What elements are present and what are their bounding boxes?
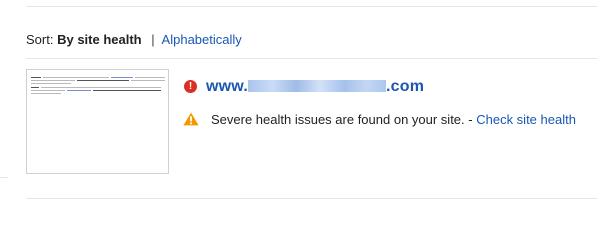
thumbnail-line xyxy=(43,77,109,78)
thumbnail-line xyxy=(31,93,61,94)
thumbnail-line xyxy=(31,77,41,78)
thumbnail-line xyxy=(41,87,161,88)
sort-separator: | xyxy=(151,32,155,47)
sort-bar: Sort: By site health | Alphabetically xyxy=(26,32,242,48)
sort-option-alphabetically[interactable]: Alphabetically xyxy=(162,32,242,47)
thumbnail-line xyxy=(131,80,165,81)
alert-message: Severe health issues are found on your s… xyxy=(211,112,465,127)
list-divider xyxy=(26,58,597,59)
site-thumbnail[interactable] xyxy=(26,69,169,174)
site-url-link[interactable]: www. .com xyxy=(206,77,424,97)
row-divider-fragment xyxy=(0,177,8,178)
thumbnail-line xyxy=(31,87,39,88)
redacted-domain xyxy=(248,80,386,92)
site-url-prefix: www. xyxy=(206,78,248,95)
bottom-divider xyxy=(26,198,597,199)
site-url-suffix: .com xyxy=(386,78,425,95)
warning-icon xyxy=(183,112,199,126)
top-divider xyxy=(26,6,597,7)
sort-option-by-site-health: By site health xyxy=(57,32,142,47)
alert-text: Severe health issues are found on your s… xyxy=(211,111,576,129)
thumbnail-line xyxy=(111,77,133,78)
thumbnail-line xyxy=(31,83,71,84)
thumbnail-line xyxy=(93,90,161,91)
thumbnail-line xyxy=(135,77,165,78)
thumbnail-line xyxy=(31,80,75,81)
thumbnail-line xyxy=(31,90,65,91)
sort-label: Sort: xyxy=(26,32,54,47)
thumbnail-line xyxy=(77,80,129,81)
thumbnail-line xyxy=(67,90,91,91)
check-site-health-link[interactable]: Check site health xyxy=(476,112,576,127)
alert-dash: - xyxy=(464,112,477,127)
error-icon: ! xyxy=(184,80,197,93)
